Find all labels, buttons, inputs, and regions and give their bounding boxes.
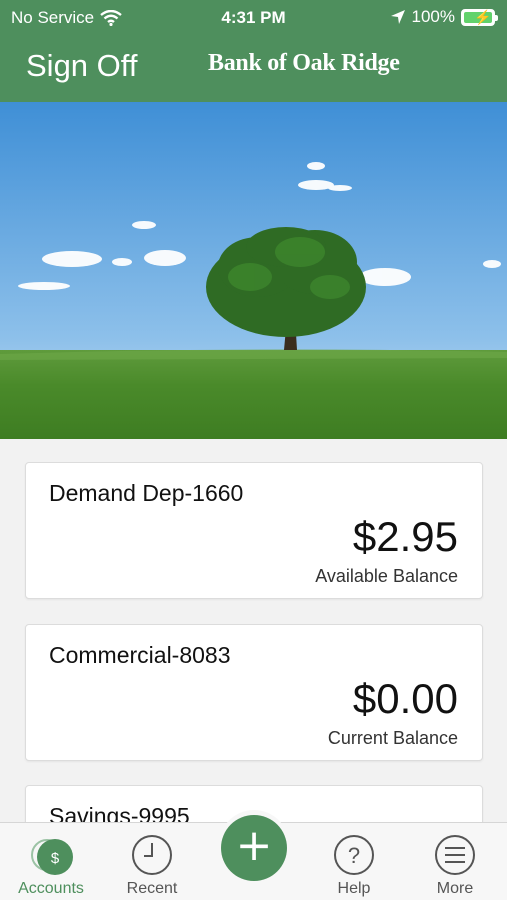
bank-logo-title: Bank of Oak Ridge [208, 50, 400, 76]
question-icon: ? [332, 833, 376, 882]
app-header: Sign Off Bank of Oak Ridge [0, 34, 507, 102]
tab-label: More [436, 880, 474, 897]
clock-icon [130, 833, 174, 882]
account-card[interactable]: Demand Dep-1660 $2.95 Available Balance [25, 462, 483, 599]
tab-help[interactable]: ? Help [304, 823, 404, 900]
tab-recent[interactable]: Recent [102, 823, 202, 900]
location-arrow-icon [390, 10, 405, 24]
balance-label: Available Balance [315, 566, 458, 586]
account-amount: $2.95 [352, 513, 458, 560]
svg-text:?: ? [348, 843, 360, 868]
plus-icon: + [235, 820, 273, 871]
sign-off-button[interactable]: Sign Off [26, 48, 137, 84]
status-right: 100% ⚡ [390, 7, 498, 27]
account-name: Demand Dep-1660 [49, 480, 244, 506]
account-amount: $0.00 [352, 675, 458, 722]
dollar-icon: $ [29, 833, 73, 882]
tab-label: Accounts [18, 880, 84, 897]
battery-percent: 100% [411, 7, 455, 26]
balance-label: Current Balance [327, 728, 458, 748]
hero-image-tree-field [0, 102, 507, 439]
account-name: Commercial-8083 [49, 642, 231, 668]
svg-text:$: $ [51, 850, 60, 867]
tab-accounts[interactable]: $ Accounts [1, 823, 101, 900]
tab-label: Help [337, 880, 371, 897]
tab-more[interactable]: More [405, 823, 505, 900]
battery-icon: ⚡ [461, 8, 498, 26]
account-card[interactable]: Commercial-8083 $0.00 Current Balance [25, 624, 483, 761]
menu-icon [433, 833, 477, 882]
tab-label: Recent [126, 880, 178, 897]
add-button[interactable]: + [221, 815, 287, 881]
status-bar: No Service 4:31 PM 100% ⚡ [0, 0, 507, 34]
